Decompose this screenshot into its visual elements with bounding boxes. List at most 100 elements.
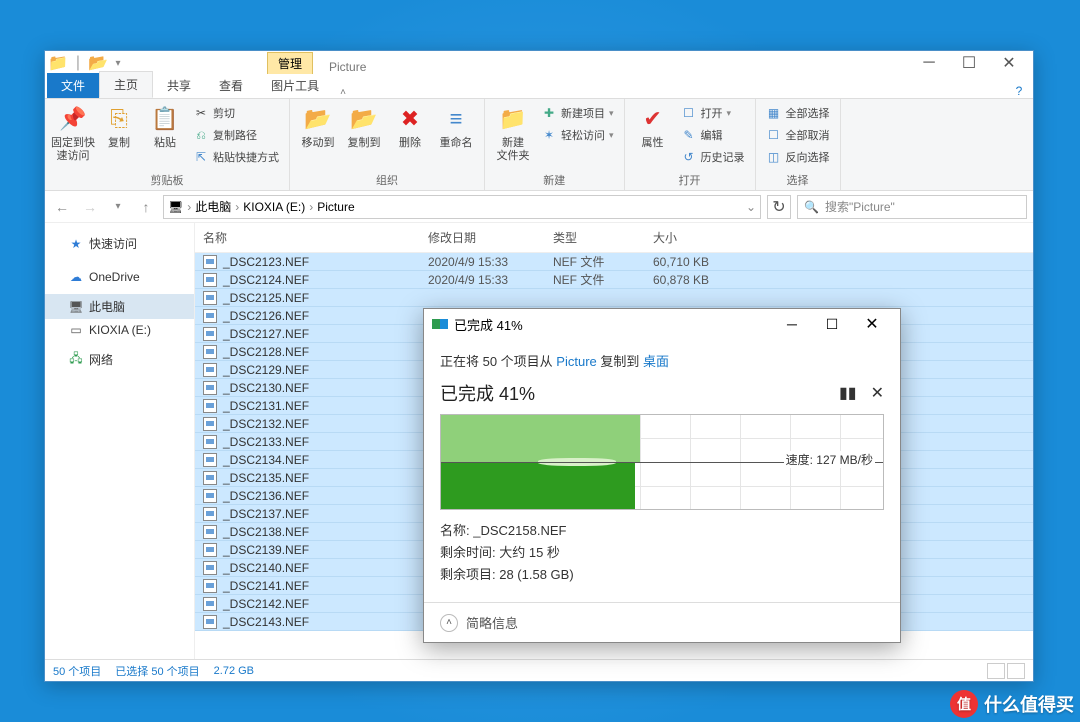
titlebar: 📁 | 📂 ▾ 管理 Picture ─ ☐ ✕ <box>45 51 1033 75</box>
file-name: _DSC2127.NEF <box>223 327 309 341</box>
close-button[interactable]: ✕ <box>989 51 1029 75</box>
context-tab-manage[interactable]: 管理 <box>267 52 313 74</box>
moveto-icon: 📂 <box>302 103 334 135</box>
recent-dropdown[interactable]: ▾ <box>107 196 129 218</box>
view-icons-button[interactable] <box>1007 663 1025 679</box>
copy-maximize-button[interactable]: ☐ <box>812 309 852 339</box>
minimize-button[interactable]: ─ <box>909 51 949 75</box>
col-date[interactable]: 修改日期 <box>420 223 545 252</box>
selectall-button[interactable]: ▦全部选择 <box>762 103 834 123</box>
file-size: 60,878 KB <box>645 273 745 287</box>
nav-thispc[interactable]: 🖥此电脑 <box>45 294 194 319</box>
refresh-button[interactable]: ↻ <box>767 195 791 219</box>
col-type[interactable]: 类型 <box>545 223 645 252</box>
file-row[interactable]: _DSC2125.NEF <box>195 289 1033 307</box>
nav-row: ← → ▾ ↑ 🖥 › 此电脑 › KIOXIA (E:) › Picture … <box>45 191 1033 223</box>
graph-progress-fill <box>441 462 635 509</box>
tab-file[interactable]: 文件 <box>47 73 99 98</box>
newitem-button[interactable]: ✚新建项目 ▾ <box>537 103 618 123</box>
crumb-drive[interactable]: KIOXIA (E:) <box>243 200 305 214</box>
tab-picture-tools[interactable]: 图片工具 <box>257 73 333 98</box>
properties-button[interactable]: ✔属性 <box>631 103 675 150</box>
group-open-label: 打开 <box>631 170 749 188</box>
copy-button[interactable]: ⎘复制 <box>97 103 141 150</box>
shortcut-button[interactable]: ⇱粘贴快捷方式 <box>189 147 283 167</box>
copy-footer: ˄ 简略信息 <box>424 602 900 642</box>
copy-src-link[interactable]: Picture <box>556 354 596 369</box>
network-icon: 🖧 <box>69 353 83 367</box>
nav-onedrive[interactable]: ☁OneDrive <box>45 266 194 288</box>
up-button[interactable]: ↑ <box>135 196 157 218</box>
crumb-thispc[interactable]: 此电脑 <box>195 198 231 215</box>
paste-icon: 📋 <box>149 103 181 135</box>
address-bar[interactable]: 🖥 › 此电脑 › KIOXIA (E:) › Picture ⌄ <box>163 195 761 219</box>
tab-view[interactable]: 查看 <box>205 73 257 98</box>
selectnone-button[interactable]: ☐全部取消 <box>762 125 834 145</box>
file-icon <box>203 435 217 449</box>
nav-pane: ★快速访问 ☁OneDrive 🖥此电脑 ▭KIOXIA (E:) 🖧网络 <box>45 223 195 659</box>
file-name: _DSC2130.NEF <box>223 381 309 395</box>
open-icon: ☐ <box>681 105 697 121</box>
selectall-icon: ▦ <box>766 105 782 121</box>
status-size: 2.72 GB <box>214 665 254 677</box>
path-icon: ⎌ <box>193 127 209 143</box>
col-name[interactable]: 名称 <box>195 223 420 252</box>
folder-open-icon[interactable]: 📂 <box>89 54 107 72</box>
tab-share[interactable]: 共享 <box>153 73 205 98</box>
file-name: _DSC2135.NEF <box>223 471 309 485</box>
watermark: 值 什么值得买 <box>950 690 1074 718</box>
history-button[interactable]: ↺历史记录 <box>677 147 749 167</box>
open-button[interactable]: ☐打开 ▾ <box>677 103 749 123</box>
edit-icon: ✎ <box>681 127 697 143</box>
copyto-button[interactable]: 📂复制到 <box>342 103 386 150</box>
paste-button[interactable]: 📋粘贴 <box>143 103 187 150</box>
pause-button[interactable]: ▮▮ <box>839 383 857 403</box>
qat-dropdown-icon[interactable]: ▾ <box>109 54 127 72</box>
copypath-button[interactable]: ⎌复制路径 <box>189 125 283 145</box>
maximize-button[interactable]: ☐ <box>949 51 989 75</box>
copy-close-button[interactable]: ✕ <box>852 309 892 339</box>
moveto-button[interactable]: 📂移动到 <box>296 103 340 150</box>
file-icon <box>203 291 217 305</box>
back-button[interactable]: ← <box>51 196 73 218</box>
edit-button[interactable]: ✎编辑 <box>677 125 749 145</box>
chevron-up-icon[interactable]: ˄ <box>440 614 458 632</box>
watermark-badge: 值 <box>950 690 978 718</box>
copy-graph: 速度: 127 MB/秒 <box>440 414 884 510</box>
nav-network[interactable]: 🖧网络 <box>45 347 194 372</box>
quick-access-toolbar: 📁 | 📂 ▾ <box>49 54 127 72</box>
file-icon <box>203 615 217 629</box>
copy-dest-link[interactable]: 桌面 <box>643 354 669 369</box>
search-icon: 🔍 <box>804 200 819 214</box>
ribbon-collapse-icon[interactable]: ˄ <box>333 87 353 98</box>
status-selected: 已选择 50 个项目 <box>115 663 199 679</box>
file-row[interactable]: _DSC2123.NEF2020/4/9 15:33NEF 文件60,710 K… <box>195 253 1033 271</box>
cancel-button[interactable]: ✕ <box>871 383 884 403</box>
less-info-button[interactable]: 简略信息 <box>466 613 518 632</box>
address-dropdown-icon[interactable]: ⌄ <box>746 200 756 214</box>
copy-remaining-items: 28 (1.58 GB) <box>499 567 573 582</box>
search-input[interactable]: 🔍 搜索"Picture" <box>797 195 1027 219</box>
file-row[interactable]: _DSC2124.NEF2020/4/9 15:33NEF 文件60,878 K… <box>195 271 1033 289</box>
forward-button[interactable]: → <box>79 196 101 218</box>
newfolder-button[interactable]: 📁新建 文件夹 <box>491 103 535 163</box>
help-icon[interactable]: ? <box>1005 84 1033 98</box>
nav-drive[interactable]: ▭KIOXIA (E:) <box>45 319 194 341</box>
cut-button[interactable]: ✂剪切 <box>189 103 283 123</box>
file-icon <box>203 381 217 395</box>
crumb-folder[interactable]: Picture <box>317 200 354 214</box>
copy-minimize-button[interactable]: ─ <box>772 309 812 339</box>
tab-home[interactable]: 主页 <box>99 71 153 98</box>
view-details-button[interactable] <box>987 663 1005 679</box>
search-placeholder: 搜索"Picture" <box>825 198 895 215</box>
col-size[interactable]: 大小 <box>645 223 745 252</box>
file-name: _DSC2137.NEF <box>223 507 309 521</box>
file-icon <box>203 579 217 593</box>
pin-button[interactable]: 📌固定到快 速访问 <box>51 103 95 163</box>
delete-button[interactable]: ✖删除 <box>388 103 432 150</box>
nav-quick-access[interactable]: ★快速访问 <box>45 231 194 256</box>
file-name: _DSC2126.NEF <box>223 309 309 323</box>
rename-button[interactable]: ≡重命名 <box>434 103 478 150</box>
invert-button[interactable]: ◫反向选择 <box>762 147 834 167</box>
easyaccess-button[interactable]: ✶轻松访问 ▾ <box>537 125 618 145</box>
